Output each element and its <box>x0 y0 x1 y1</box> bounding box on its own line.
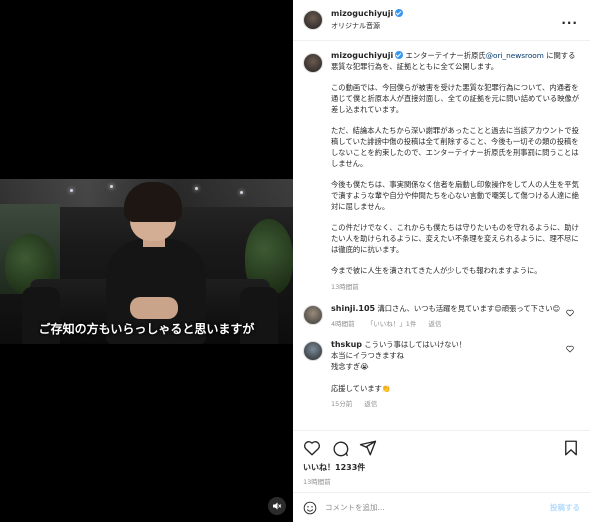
avatar[interactable] <box>303 53 323 73</box>
comment-time: 15分前 <box>331 400 353 408</box>
post-panel: mizoguchiyuji オリジナル音源 ··· mizoguchiyuji … <box>293 0 590 522</box>
action-bar <box>293 430 590 460</box>
comment-username[interactable]: thskup <box>331 340 362 349</box>
comment-input[interactable] <box>325 503 550 512</box>
post-header: mizoguchiyuji オリジナル音源 ··· <box>293 0 590 41</box>
bookmark-icon[interactable] <box>562 439 580 457</box>
caption-paragraph: 今後も僕たちは、事実関係なく信者を扇動し印象操作をして人の人生を平気で潰すような… <box>331 180 579 211</box>
caption-paragraph: この件だけでなく、これからも僕たちは守りたいものを守れるように、助けたい人を助け… <box>331 223 579 254</box>
like-heart-icon[interactable] <box>303 439 321 457</box>
comment-time: 4時間前 <box>331 320 355 328</box>
caption-paragraph: この動画では、今回僕らが被害を受けた悪質な犯罪行為について、内通者を通じて僕と折… <box>331 83 580 114</box>
avatar[interactable] <box>303 305 323 325</box>
caption-paragraph: 今まで彼に人生を潰されてきた人が少しでも報われますように。 <box>331 266 542 275</box>
video-subtitle: ご存知の方もいらっしゃると思いますが <box>38 322 255 336</box>
avatar[interactable] <box>303 10 323 30</box>
mention-link[interactable]: @ori_newsroom <box>486 51 544 60</box>
caption-paragraph: ただ、結論本人たちから深い謝罪があったことと過去に当該アカウントで投稿していた誹… <box>331 126 579 168</box>
comment-item: thskup こういう事はしてはいけない！ 本当にイラつきますね 残念すぎ😭 応… <box>303 339 580 410</box>
heart-icon[interactable] <box>566 345 574 353</box>
more-options-icon[interactable]: ··· <box>561 16 578 30</box>
heart-icon[interactable] <box>566 309 574 317</box>
comment-bubble-icon[interactable] <box>331 439 349 457</box>
comment-likes[interactable]: 「いいね！」1件 <box>367 320 417 328</box>
likes-count[interactable]: いいね！1233件 <box>303 462 365 473</box>
reply-button[interactable]: 返信 <box>428 320 441 328</box>
audio-label[interactable]: オリジナル音源 <box>331 20 403 32</box>
share-send-icon[interactable] <box>359 439 377 457</box>
emoji-icon[interactable] <box>303 501 317 515</box>
comment-text: 溝口さん、いつも活躍を見ています😊頑張って下さい😊 <box>375 304 561 313</box>
comment-username[interactable]: shinji.105 <box>331 304 375 313</box>
speaker-muted-icon <box>273 502 282 510</box>
comments-list[interactable]: mizoguchiyuji エンターテイナー折原氏@ori_newsroom に… <box>293 42 590 427</box>
avatar[interactable] <box>303 341 323 361</box>
mute-button[interactable] <box>268 497 286 515</box>
verified-badge-icon <box>395 9 404 17</box>
video-player[interactable]: ご存知の方もいらっしゃると思いますが <box>0 0 293 522</box>
reply-button[interactable]: 返信 <box>364 400 377 408</box>
caption: mizoguchiyuji エンターテイナー折原氏@ori_newsroom に… <box>303 50 580 303</box>
caption-time: 13時間前 <box>331 283 359 291</box>
caption-username[interactable]: mizoguchiyuji <box>331 51 393 60</box>
post-button[interactable]: 投稿する <box>550 502 580 513</box>
comment-composer: 投稿する <box>293 492 590 522</box>
comment-item: shinji.105 溝口さん、いつも活躍を見ています😊頑張って下さい😊 4時間… <box>303 303 580 330</box>
header-username[interactable]: mizoguchiyuji <box>331 9 393 18</box>
post-time: 13時間前 <box>303 478 331 486</box>
